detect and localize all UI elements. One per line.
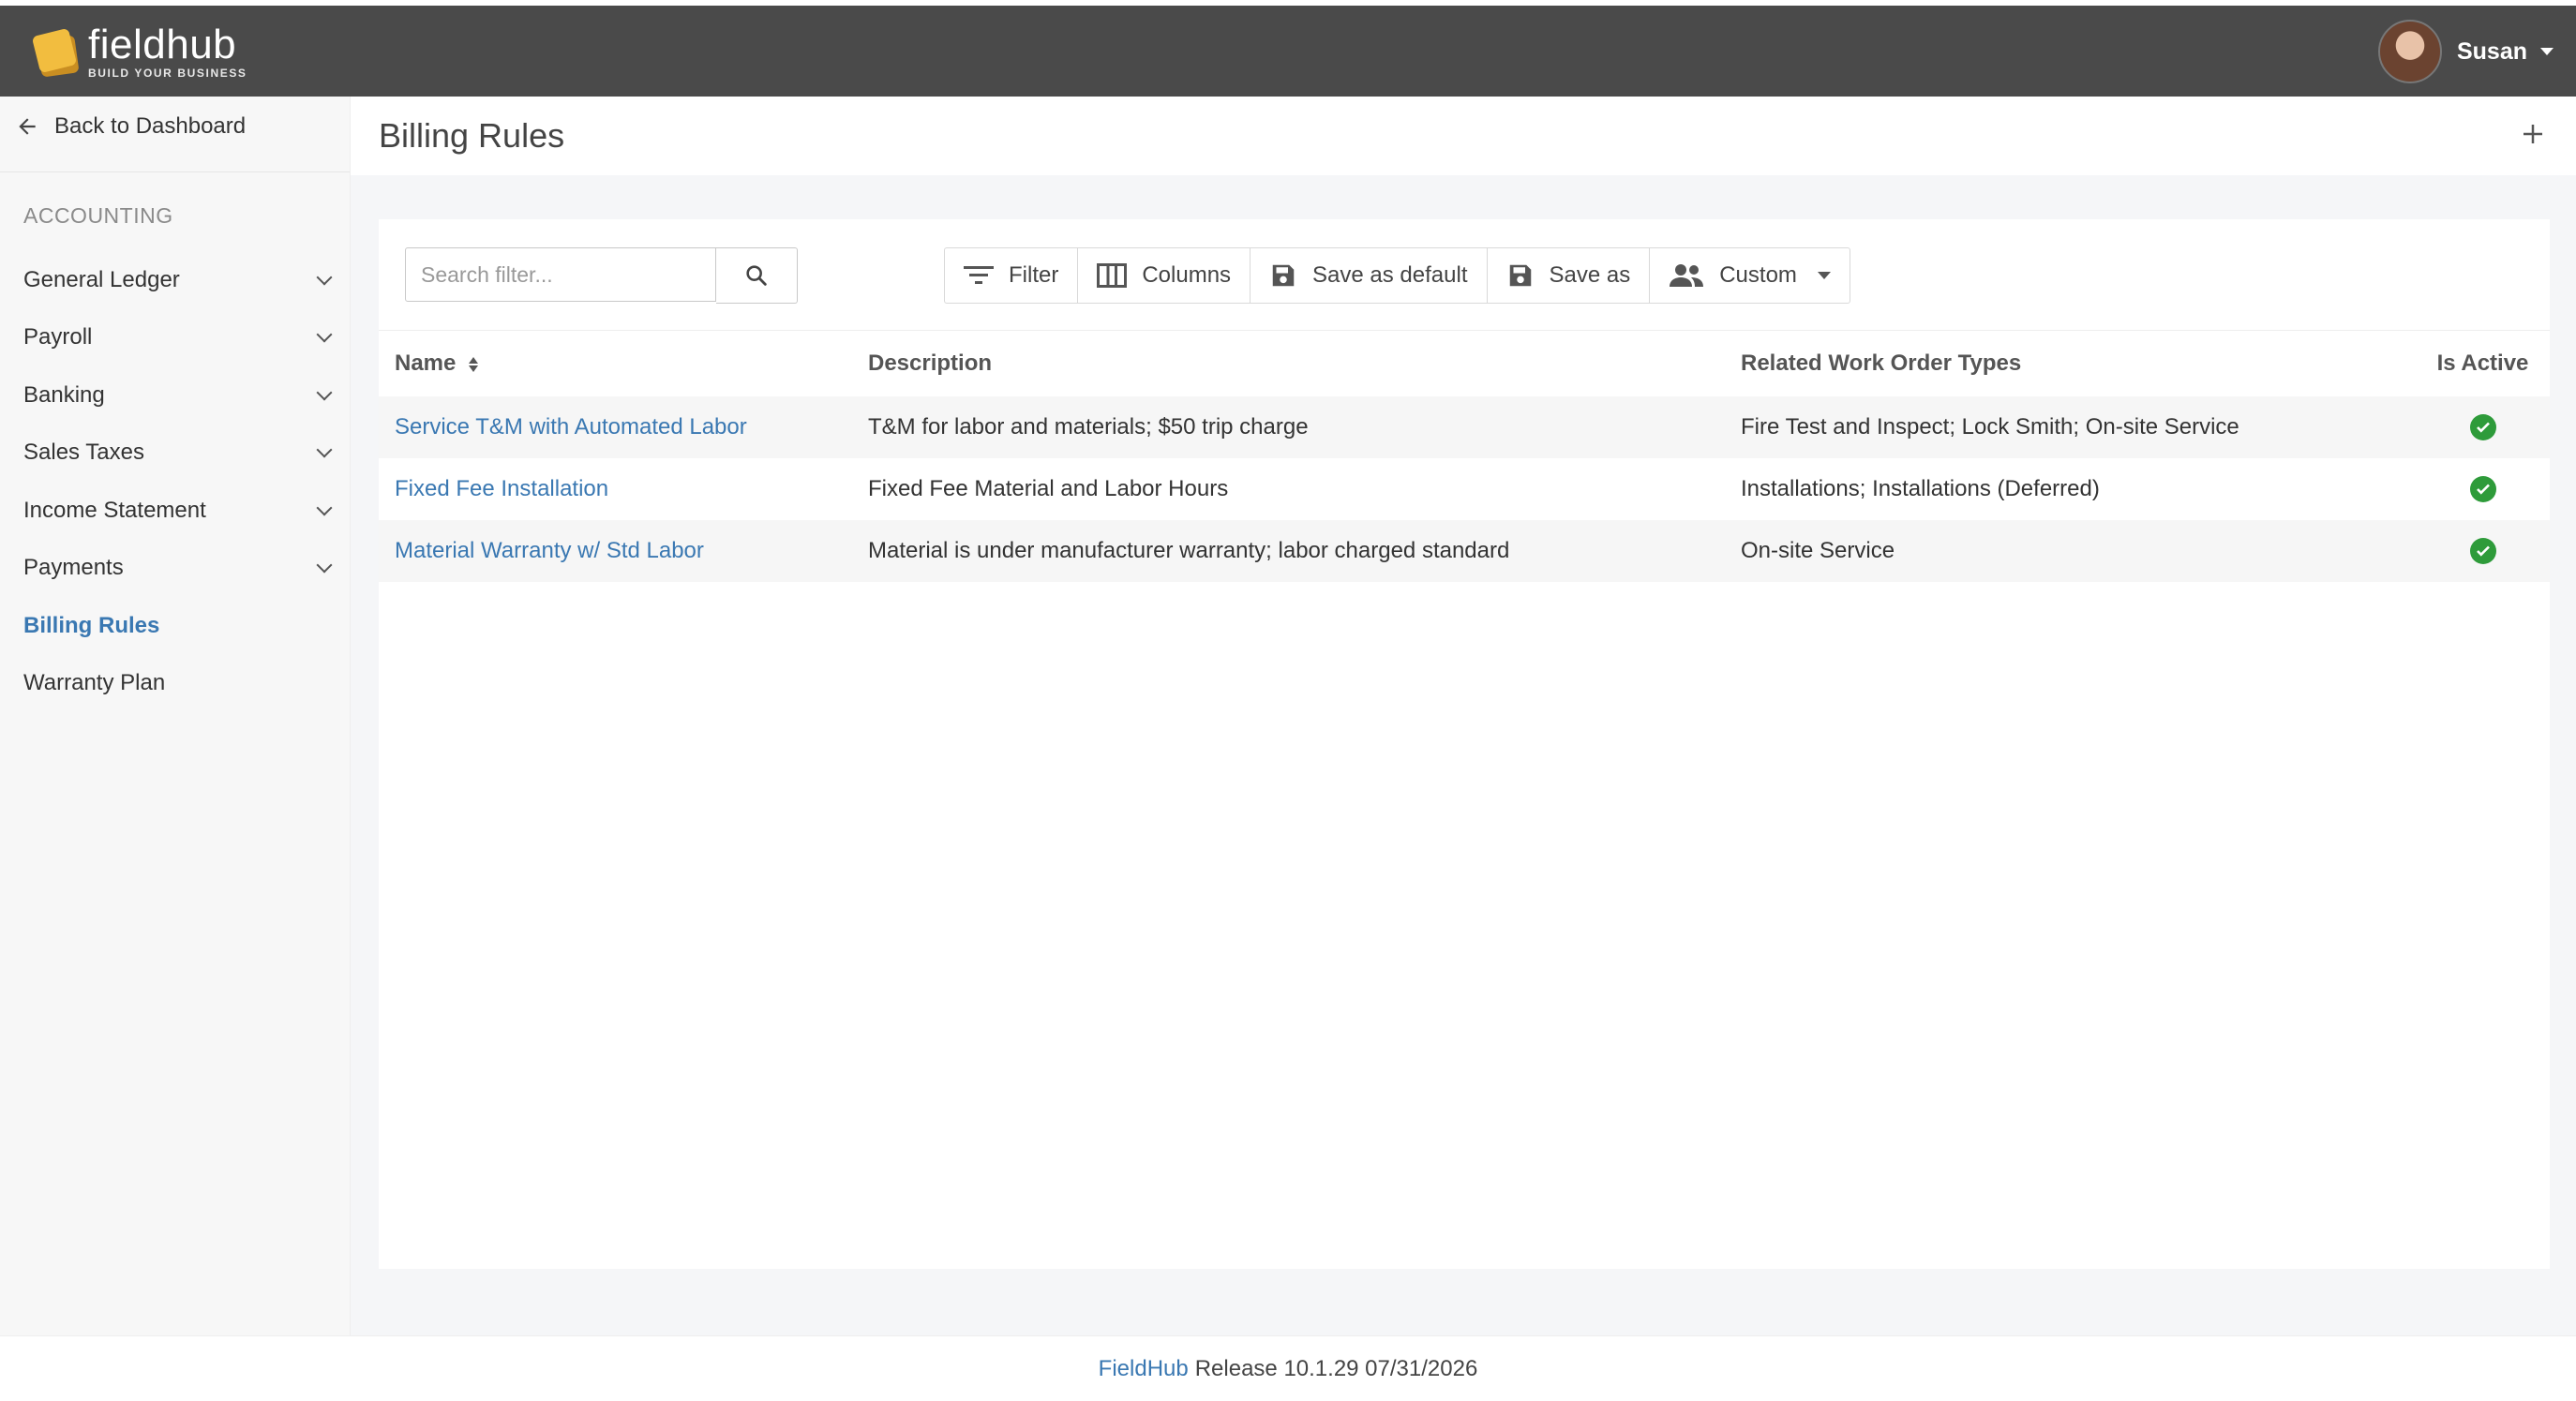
arrow-left-icon — [19, 118, 36, 135]
custom-view-dropdown[interactable]: Custom — [1650, 248, 1850, 303]
user-name[interactable]: Susan — [2457, 38, 2527, 66]
save-as-default-button[interactable]: Save as default — [1251, 248, 1488, 303]
chevron-down-icon[interactable] — [316, 269, 333, 286]
save-as-button[interactable]: Save as — [1488, 248, 1651, 303]
logo-name: fieldhub — [88, 22, 237, 67]
sidebar-item-banking[interactable]: Banking — [0, 366, 350, 425]
sidebar-item-label: Sales Taxes — [23, 440, 144, 466]
grid-toolbar: Filter Columns Save as default Save as C… — [944, 247, 1850, 304]
billing-rule-link[interactable]: Fixed Fee Installation — [395, 476, 608, 501]
chevron-down-icon[interactable] — [316, 499, 333, 516]
billing-rules-panel: Filter Columns Save as default Save as C… — [379, 219, 2550, 1269]
user-menu[interactable]: Susan — [2377, 19, 2554, 84]
page-header: Billing Rules — [351, 97, 2576, 175]
divider — [0, 171, 350, 172]
filter-label: Filter — [1009, 262, 1059, 288]
fieldhub-logo[interactable]: fieldhub BUILD YOUR BUSINESS — [31, 22, 247, 82]
table-row[interactable]: Service T&M with Automated Labor T&M for… — [379, 396, 2550, 458]
column-header-is-active[interactable]: Is Active — [2416, 350, 2550, 377]
sidebar-item-label: Billing Rules — [23, 612, 160, 638]
filter-icon — [964, 266, 994, 284]
column-header-related-types[interactable]: Related Work Order Types — [1741, 350, 2416, 377]
sidebar-item-label: Payroll — [23, 324, 93, 350]
billing-rule-link[interactable]: Service T&M with Automated Labor — [395, 414, 747, 440]
footer-brand-link[interactable]: FieldHub — [1099, 1356, 1189, 1382]
row-related-types: Fire Test and Inspect; Lock Smith; On-si… — [1741, 414, 2239, 440]
page-title: Billing Rules — [379, 116, 565, 155]
sidebar-item-billing-rules[interactable]: Billing Rules — [0, 597, 350, 655]
row-description: Fixed Fee Material and Labor Hours — [868, 476, 1229, 501]
check-circle-icon — [2469, 538, 2496, 564]
chevron-down-icon[interactable] — [316, 326, 333, 343]
chevron-down-icon[interactable] — [316, 557, 333, 574]
sidebar-item-sales-taxes[interactable]: Sales Taxes — [0, 425, 350, 483]
chevron-down-icon[interactable] — [316, 384, 333, 401]
columns-label: Columns — [1142, 262, 1232, 288]
back-to-dashboard-label[interactable]: Back to Dashboard — [54, 113, 246, 140]
columns-button[interactable]: Columns — [1078, 248, 1251, 303]
check-circle-icon — [2469, 476, 2496, 502]
save-as-default-label: Save as default — [1312, 262, 1468, 288]
row-description: T&M for labor and materials; $50 trip ch… — [868, 414, 1309, 440]
search-input[interactable] — [405, 247, 716, 302]
check-circle-icon — [2469, 414, 2496, 440]
row-related-types: Installations; Installations (Deferred) — [1741, 476, 2100, 501]
sidebar-item-income-statement[interactable]: Income Statement — [0, 482, 350, 540]
sort-icon[interactable] — [468, 355, 479, 374]
table-row[interactable]: Material Warranty w/ Std Labor Material … — [379, 520, 2550, 582]
footer: FieldHub Release 10.1.29 07/31/2026 — [0, 1335, 2576, 1401]
sidebar-item-payroll[interactable]: Payroll — [0, 309, 350, 367]
save-icon — [1272, 264, 1295, 287]
sidebar: Back to Dashboard ACCOUNTING General Led… — [0, 97, 351, 1335]
add-billing-rule-button[interactable] — [2514, 115, 2552, 153]
table-header-row: Name Description Related Work Order Type… — [379, 330, 2550, 396]
save-icon — [1509, 264, 1531, 287]
search-icon — [746, 265, 767, 286]
sidebar-item-label: General Ledger — [23, 266, 180, 292]
filter-button[interactable]: Filter — [945, 248, 1079, 303]
columns-icon — [1097, 263, 1128, 288]
table-row[interactable]: Fixed Fee Installation Fixed Fee Materia… — [379, 458, 2550, 520]
people-icon — [1670, 264, 1704, 287]
sidebar-item-warranty-plan[interactable]: Warranty Plan — [0, 655, 350, 713]
row-related-types: On-site Service — [1741, 538, 1895, 563]
sidebar-item-label: Warranty Plan — [23, 670, 166, 696]
sidebar-item-label: Payments — [23, 555, 124, 581]
logo-mark-icon — [31, 27, 82, 78]
search-button[interactable] — [716, 247, 798, 304]
billing-rule-link[interactable]: Material Warranty w/ Std Labor — [395, 538, 704, 563]
sidebar-item-label: Banking — [23, 381, 105, 408]
sidebar-item-label: Income Statement — [23, 497, 206, 523]
save-as-label: Save as — [1549, 262, 1631, 288]
row-description: Material is under manufacturer warranty;… — [868, 538, 1510, 563]
sidebar-nav: General Ledger Payroll Banking Sales Tax… — [0, 251, 350, 712]
billing-rules-table: Name Description Related Work Order Type… — [379, 330, 2550, 582]
column-header-name[interactable]: Name — [379, 350, 868, 377]
release-info: Release 10.1.29 07/31/2026 — [1194, 1355, 1478, 1381]
plus-icon — [2524, 125, 2542, 143]
logo-tagline: BUILD YOUR BUSINESS — [88, 67, 247, 80]
custom-view-label: Custom — [1719, 262, 1797, 288]
search-bar — [405, 247, 798, 304]
top-navbar: fieldhub BUILD YOUR BUSINESS Susan — [0, 6, 2576, 97]
sidebar-item-payments[interactable]: Payments — [0, 540, 350, 598]
chevron-down-icon[interactable] — [316, 441, 333, 458]
column-header-description[interactable]: Description — [868, 350, 1741, 377]
chevron-down-icon — [1817, 272, 1831, 279]
section-title-accounting: ACCOUNTING — [23, 203, 173, 228]
sidebar-item-general-ledger[interactable]: General Ledger — [0, 251, 350, 309]
chevron-down-icon[interactable] — [2540, 48, 2554, 55]
back-to-dashboard-link[interactable]: Back to Dashboard — [15, 113, 246, 140]
avatar[interactable] — [2377, 20, 2442, 83]
